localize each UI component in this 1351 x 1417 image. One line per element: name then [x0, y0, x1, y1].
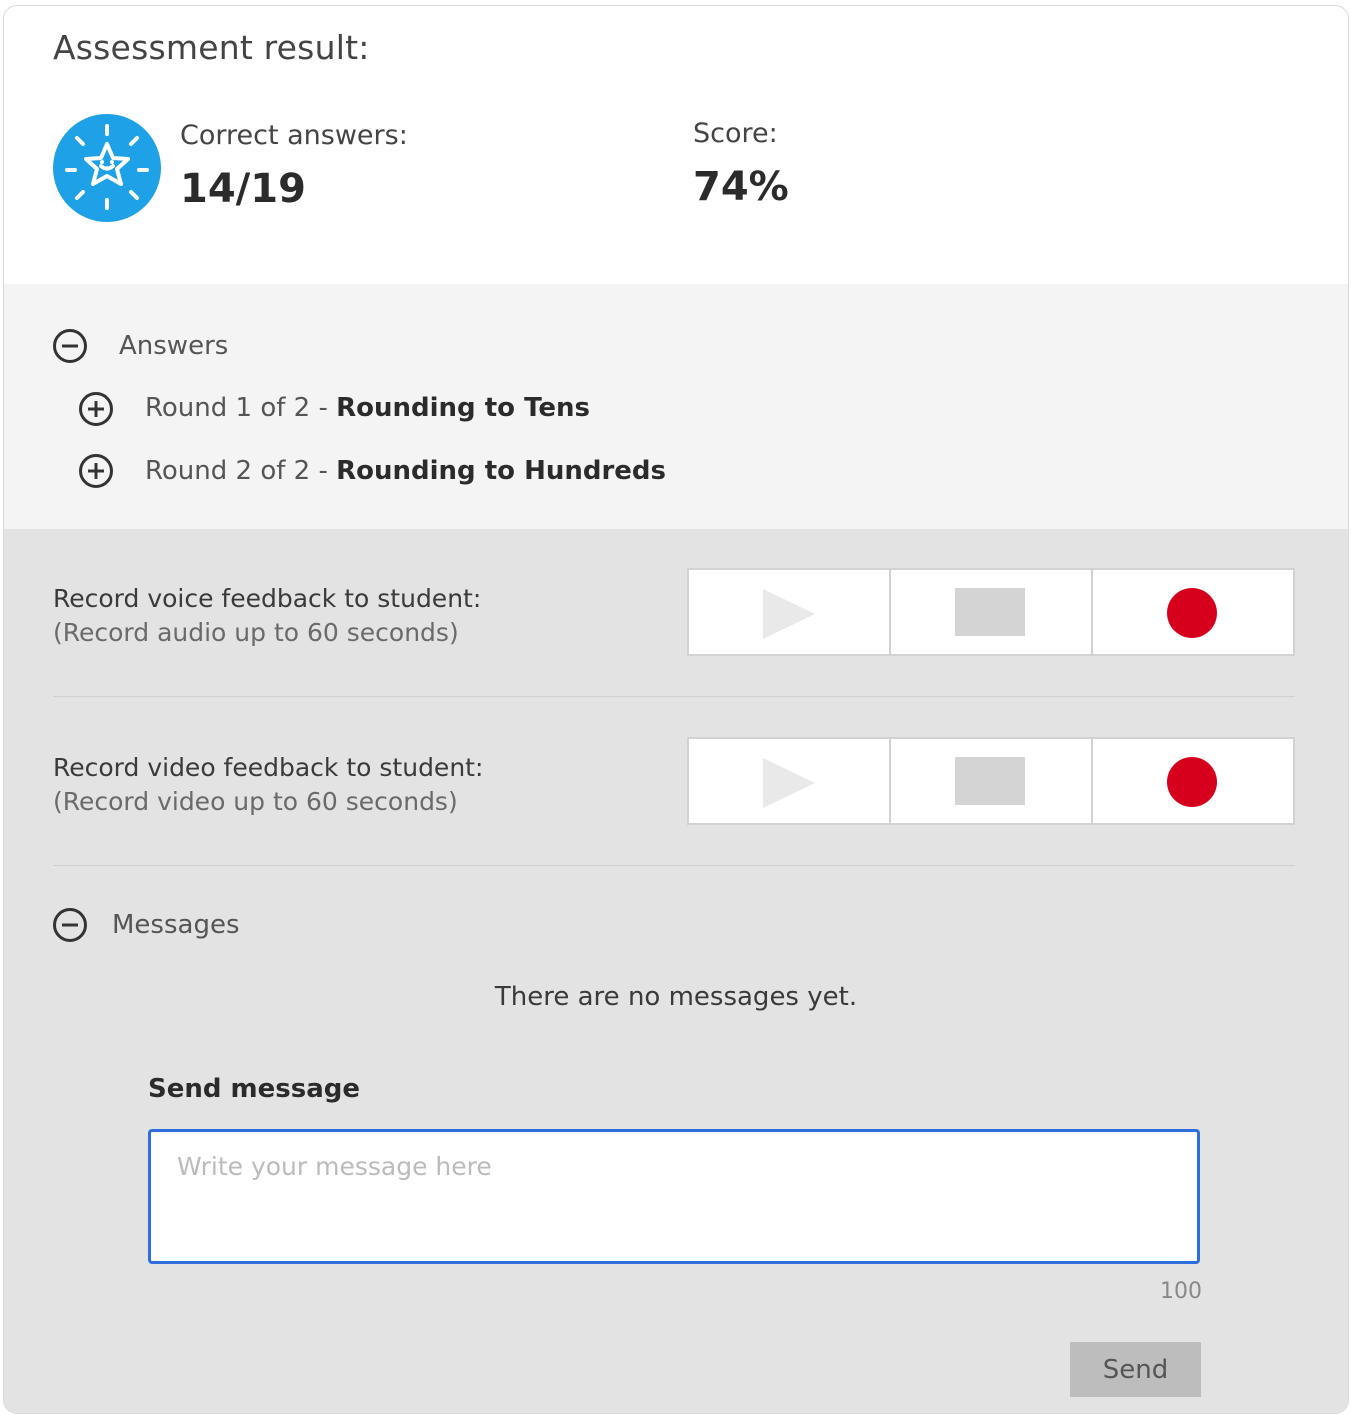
round-1-name: Rounding to Tens: [336, 393, 590, 423]
video-feedback-label: Record video feedback to student:: [53, 753, 484, 782]
feedback-section: Record voice feedback to student: (Recor…: [4, 529, 1348, 1413]
page-title: Assessment result:: [53, 28, 370, 67]
correct-answers-value: 14/19: [180, 166, 306, 212]
message-input[interactable]: [148, 1129, 1200, 1264]
score-label: Score:: [693, 118, 778, 149]
voice-stop-button[interactable]: [891, 570, 1091, 654]
minus-circle-icon[interactable]: [52, 907, 88, 943]
video-recorder-controls: [687, 737, 1295, 825]
assessment-card: Assessment result: Correct answers: 14/1…: [3, 5, 1349, 1414]
score-value: 74%: [693, 164, 789, 210]
plus-circle-icon[interactable]: [78, 453, 114, 489]
messages-toggle-label[interactable]: Messages: [112, 910, 240, 940]
record-icon: [1167, 757, 1217, 807]
voice-play-button[interactable]: [689, 570, 889, 654]
answers-toggle-label[interactable]: Answers: [119, 331, 228, 361]
divider: [53, 696, 1295, 697]
correct-answers-label: Correct answers:: [180, 120, 408, 151]
round-1-row[interactable]: Round 1 of 2 - Rounding to Tens: [145, 393, 590, 423]
answers-section: Answers Round 1 of 2 - Rounding to Tens …: [4, 284, 1348, 529]
round-2-prefix: Round 2 of 2 -: [145, 456, 337, 486]
stop-icon: [955, 757, 1025, 805]
result-summary: Assessment result: Correct answers: 14/1…: [4, 6, 1348, 284]
record-icon: [1167, 588, 1217, 638]
character-counter: 100: [1160, 1279, 1202, 1304]
plus-circle-icon[interactable]: [78, 391, 114, 427]
voice-record-button[interactable]: [1093, 570, 1293, 654]
minus-circle-icon[interactable]: [52, 328, 88, 364]
play-icon: [763, 758, 815, 808]
voice-recorder-controls: [687, 568, 1295, 656]
video-feedback-hint: (Record video up to 60 seconds): [53, 787, 458, 816]
voice-feedback-hint: (Record audio up to 60 seconds): [53, 618, 459, 647]
video-record-button[interactable]: [1093, 739, 1293, 823]
star-badge-icon: [53, 114, 161, 222]
divider: [53, 865, 1295, 866]
empty-messages-text: There are no messages yet.: [494, 982, 858, 1012]
round-2-row[interactable]: Round 2 of 2 - Rounding to Hundreds: [145, 456, 666, 486]
round-2-name: Rounding to Hundreds: [336, 456, 666, 486]
voice-feedback-label: Record voice feedback to student:: [53, 584, 482, 613]
round-1-prefix: Round 1 of 2 -: [145, 393, 337, 423]
play-icon: [763, 589, 815, 639]
video-stop-button[interactable]: [891, 739, 1091, 823]
stop-icon: [955, 588, 1025, 636]
send-message-heading: Send message: [148, 1074, 360, 1104]
video-play-button[interactable]: [689, 739, 889, 823]
send-button[interactable]: Send: [1070, 1342, 1201, 1397]
